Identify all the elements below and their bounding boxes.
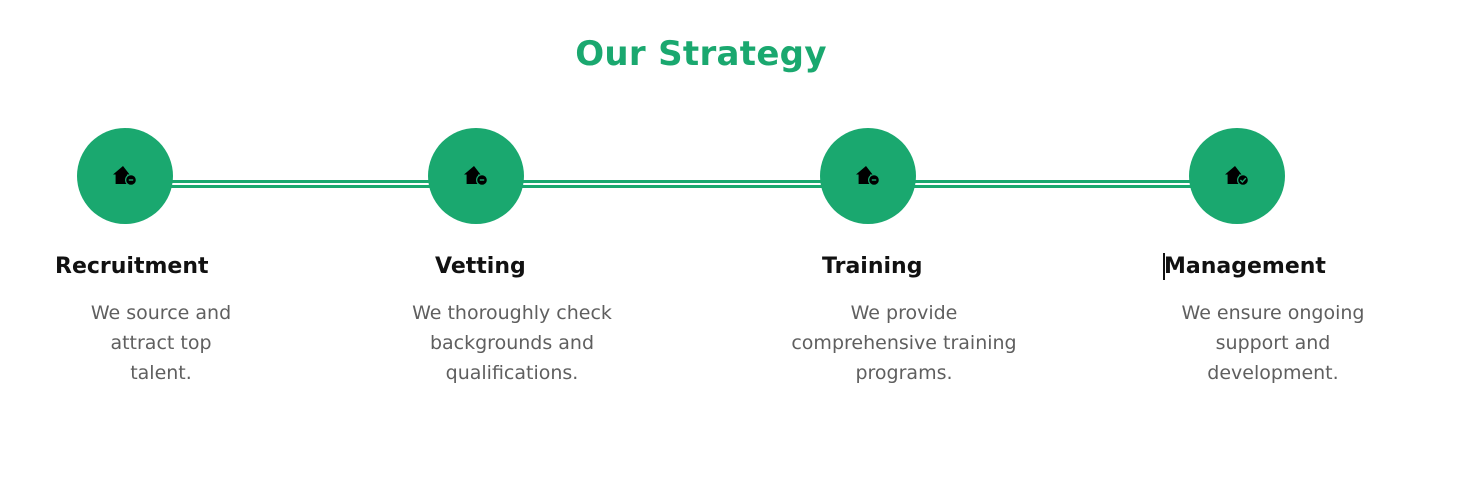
house-clock-icon xyxy=(112,165,138,187)
step-circle-vetting xyxy=(428,128,524,224)
timeline-connector xyxy=(170,180,432,188)
step-description-management: We ensure ongoing support and developmen… xyxy=(1181,302,1365,384)
step-heading-management[interactable]: Management xyxy=(1164,254,1326,280)
step-circle-management xyxy=(1189,128,1285,224)
section-title: Our Strategy xyxy=(575,34,827,74)
step-heading-vetting: Vetting xyxy=(435,254,526,279)
timeline-connector xyxy=(912,180,1193,188)
step-description-vetting: We thoroughly check backgrounds and qual… xyxy=(412,302,612,384)
step-circle-training xyxy=(820,128,916,224)
step-circle-recruitment xyxy=(77,128,173,224)
strategy-section: Our Strategy Recruitment We source and a… xyxy=(0,0,1480,481)
timeline-connector xyxy=(520,180,824,188)
step-description-recruitment: We source and attract top talent. xyxy=(90,302,232,384)
step-description-training: We provide comprehensive training progra… xyxy=(791,302,1017,384)
house-clock-icon xyxy=(463,165,489,187)
house-check-icon xyxy=(1224,165,1250,187)
step-heading-training: Training xyxy=(822,254,923,279)
step-heading-recruitment: Recruitment xyxy=(55,254,209,279)
house-clock-icon xyxy=(855,165,881,187)
